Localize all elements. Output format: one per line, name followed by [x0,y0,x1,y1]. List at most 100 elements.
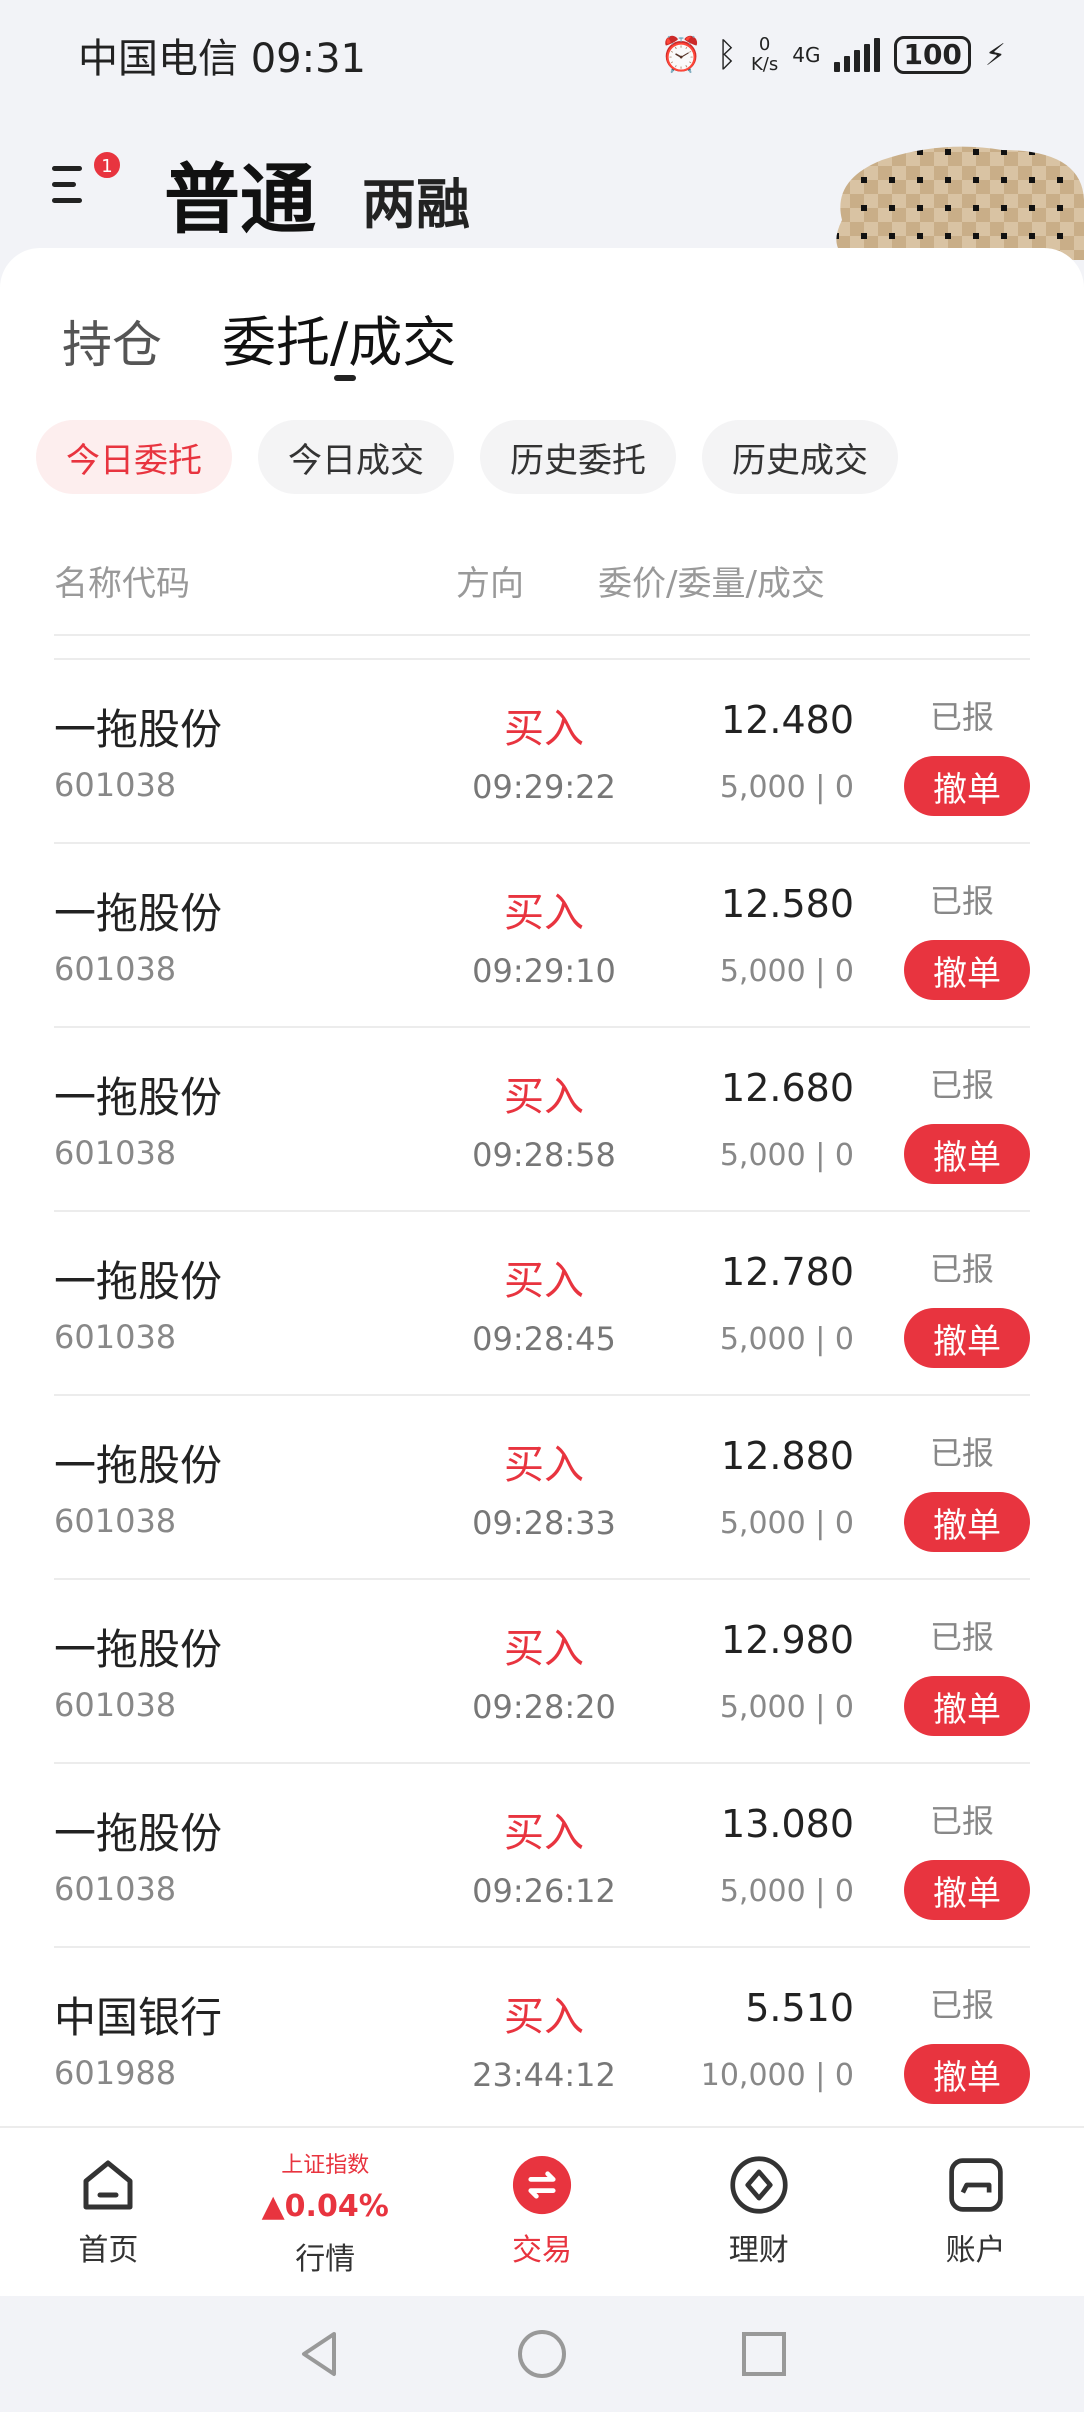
avatar[interactable] [822,110,1084,260]
order-time: 09:28:20 [472,1688,616,1726]
stock-code: 601038 [54,950,177,988]
order-qty: 5,000 | 0 [719,1874,854,1909]
col-direction: 方向 [456,564,524,604]
nav-finance-label: 理财 [728,2233,789,2268]
order-row[interactable]: 一拖股份 601038 买入 09:26:12 13.080 5,000 | 0… [54,1764,1030,1948]
order-direction: 买入 [504,890,584,936]
order-status: 已报 [929,1618,994,1656]
chip-today-trades[interactable]: 今日成交 [258,420,454,494]
cancel-button[interactable]: 撤单 [904,1676,1030,1736]
stock-name: 一拖股份 [54,889,223,938]
order-row[interactable]: 一拖股份 601038 买入 09:28:58 12.680 5,000 | 0… [54,1028,1030,1212]
order-direction: 买入 [504,1074,584,1120]
stock-name: 一拖股份 [54,1441,223,1490]
nav-account[interactable]: 账户 [867,2128,1084,2296]
cancel-button[interactable]: 撤单 [904,1860,1030,1920]
nav-finance[interactable]: 理财 [650,2128,867,2296]
tab-orders[interactable]: 委托/成交 [222,298,456,381]
order-row[interactable]: 一拖股份 601038 买入 09:29:22 12.480 5,000 | 0… [54,660,1030,844]
order-status: 已报 [929,882,994,920]
stock-code: 601038 [54,1870,177,1908]
order-status: 已报 [929,1066,994,1104]
cancel-button[interactable]: 撤单 [904,1492,1030,1552]
bottom-nav: 首页 上证指数 ▲0.04% 行情 交易 理财 账户 [0,2126,1084,2296]
order-time: 09:28:33 [472,1504,616,1542]
stock-name: 一拖股份 [54,1073,223,1122]
stock-name: 一拖股份 [54,1809,223,1858]
order-qty: 5,000 | 0 [719,1690,854,1725]
order-row[interactable]: 中国银行 601988 买入 23:44:12 5.510 10,000 | 0… [54,1948,1030,2132]
order-direction: 买入 [504,1994,584,2040]
finance-icon [729,2155,789,2215]
column-header: 名称代码 方向 委价/委量/成交 [54,556,1030,636]
order-status: 已报 [929,698,994,736]
order-price: 12.680 [721,1066,854,1110]
filter-chips: 今日委托 今日成交 历史委托 历史成交 [36,420,898,494]
nav-market[interactable]: 上证指数 ▲0.04% 行情 [217,2128,434,2296]
nav-account-label: 账户 [945,2233,1006,2268]
back-icon[interactable] [294,2328,346,2380]
order-qty: 5,000 | 0 [719,770,854,805]
order-row[interactable]: 一拖股份 601038 买入 09:28:20 12.980 5,000 | 0… [54,1580,1030,1764]
order-status: 已报 [929,1250,994,1288]
home-circle-icon[interactable] [516,2328,568,2380]
stock-code: 601988 [54,2054,177,2092]
menu-badge: 1 [92,150,122,180]
stock-code: 601038 [54,1502,177,1540]
order-direction: 买入 [504,1258,584,1304]
order-status: 已报 [929,1802,994,1840]
order-qty: 5,000 | 0 [719,1506,854,1541]
menu-button[interactable]: 1 [52,150,122,220]
tab-indicator [334,375,356,381]
battery-icon: 100 [894,36,971,74]
recents-icon[interactable] [738,2328,790,2380]
charging-icon: ⚡ [984,37,1006,73]
order-status: 已报 [929,1986,994,2024]
alarm-icon: ⏰ [660,35,703,75]
cancel-button[interactable]: 撤单 [904,1308,1030,1368]
order-qty: 5,000 | 0 [719,1322,854,1357]
order-direction: 买入 [504,1442,584,1488]
stock-code: 601038 [54,766,177,804]
order-row[interactable]: 一拖股份 601038 买入 09:28:45 12.780 5,000 | 0… [54,1212,1030,1396]
stock-name: 一拖股份 [54,705,223,754]
cancel-button[interactable]: 撤单 [904,940,1030,1000]
order-time: 23:44:12 [472,2056,616,2094]
tab-margin[interactable]: 两融 [362,160,470,239]
nav-home[interactable]: 首页 [0,2128,217,2296]
order-price: 12.480 [721,698,854,742]
chip-history-orders[interactable]: 历史委托 [480,420,676,494]
nav-trade[interactable]: 交易 [434,2128,651,2296]
chip-today-orders[interactable]: 今日委托 [36,420,232,494]
index-change: ▲0.04% [261,2188,389,2224]
order-list: 一拖股份 601038 买入 09:29:22 12.480 5,000 | 0… [54,658,1030,2132]
order-time: 09:28:58 [472,1136,616,1174]
cancel-button[interactable]: 撤单 [904,2044,1030,2104]
order-qty: 10,000 | 0 [700,2058,854,2093]
system-nav-bar [0,2296,1084,2412]
tab-holdings[interactable]: 持仓 [62,305,162,377]
bluetooth-icon: ᛒ [716,35,737,75]
network-type: 4G [792,43,821,67]
order-time: 09:29:22 [472,768,616,806]
menu-icon [52,166,82,214]
cancel-button[interactable]: 撤单 [904,1124,1030,1184]
order-row[interactable]: 一拖股份 601038 买入 09:28:33 12.880 5,000 | 0… [54,1396,1030,1580]
order-direction: 买入 [504,1626,584,1672]
chip-history-trades[interactable]: 历史成交 [702,420,898,494]
status-bar: 中国电信 09:31 ⏰ ᛒ 0 K/s 4G 100 ⚡ [0,0,1084,110]
clock: 09:31 [250,36,366,82]
net-speed: 0 K/s [750,34,779,75]
tab-normal[interactable]: 普通 [164,138,316,248]
cancel-button[interactable]: 撤单 [904,756,1030,816]
order-price: 13.080 [721,1802,854,1846]
order-row[interactable]: 一拖股份 601038 买入 09:29:10 12.580 5,000 | 0… [54,844,1030,1028]
order-direction: 买入 [504,1810,584,1856]
nav-trade-label: 交易 [511,2233,572,2268]
order-price: 12.980 [721,1618,854,1662]
index-name: 上证指数 [281,2152,370,2178]
order-price: 12.880 [721,1434,854,1478]
order-qty: 5,000 | 0 [719,954,854,989]
order-time: 09:26:12 [472,1872,616,1910]
order-price: 12.780 [721,1250,854,1294]
